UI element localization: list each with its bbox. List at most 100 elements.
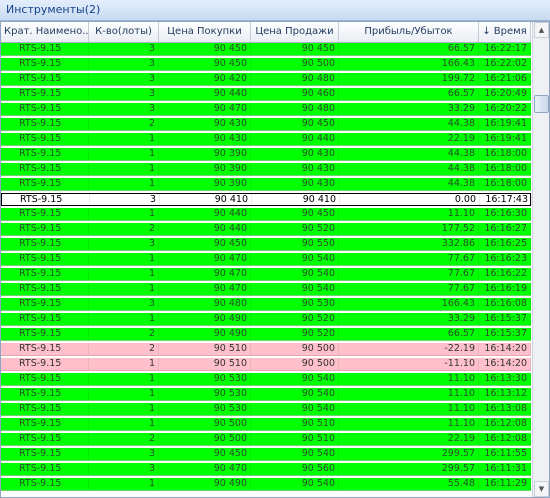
cell-pnl: 166.43 <box>339 58 479 70</box>
cell-name: RTS-9.15 <box>1 283 89 295</box>
cell-buy-price: 90 420 <box>159 73 251 85</box>
table-row[interactable]: RTS-9.15 1 90 530 90 540 11.10 16:13:08 <box>1 403 531 416</box>
table-row[interactable]: RTS-9.15 3 90 440 90 460 66.57 16:20:49 <box>1 88 531 101</box>
scrollbar-thumb[interactable] <box>534 95 549 113</box>
cell-pnl: 299.57 <box>339 448 479 460</box>
cell-sell-price: 90 540 <box>251 478 339 490</box>
cell-time: 16:11:55 <box>479 448 531 460</box>
table-row[interactable]: RTS-9.15 3 90 450 90 550 332.86 16:16:25 <box>1 238 531 251</box>
cell-time: 16:11:29 <box>479 478 531 490</box>
cell-qty: 1 <box>89 373 159 385</box>
table-row[interactable]: RTS-9.15 2 90 490 90 520 66.57 16:15:37 <box>1 328 531 341</box>
cell-sell-price: 90 540 <box>251 283 339 295</box>
cell-qty: 3 <box>89 73 159 85</box>
table-row[interactable]: RTS-9.15 1 90 390 90 430 44.38 16:18:00 <box>1 178 531 191</box>
table-row[interactable]: RTS-9.15 2 90 500 90 510 22.19 16:12:08 <box>1 433 531 446</box>
table-row[interactable]: RTS-9.15 2 90 440 90 520 177.52 16:16:27 <box>1 223 531 236</box>
cell-time: 16:16:27 <box>479 223 531 235</box>
column-header-sell-price[interactable]: Цена Продажи <box>251 22 339 42</box>
table-row[interactable]: RTS-9.15 1 90 430 90 440 22.19 16:19:41 <box>1 133 531 146</box>
cell-sell-price: 90 450 <box>251 208 339 220</box>
cell-buy-price: 90 500 <box>159 418 251 430</box>
cell-pnl: 66.57 <box>339 43 479 55</box>
cell-sell-price: 90 540 <box>251 268 339 280</box>
table-row[interactable]: RTS-9.15 3 90 450 90 450 66.57 16:22:17 <box>1 43 531 56</box>
cell-sell-price: 90 560 <box>251 463 339 475</box>
cell-qty: 3 <box>89 448 159 460</box>
table-row[interactable]: RTS-9.15 1 90 490 90 520 33.29 16:15:37 <box>1 313 531 326</box>
cell-sell-price: 90 500 <box>251 58 339 70</box>
cell-sell-price: 90 440 <box>251 133 339 145</box>
cell-qty: 1 <box>89 478 159 490</box>
cell-pnl: 11.10 <box>339 373 479 385</box>
scroll-up-icon[interactable]: ▲ <box>534 22 549 38</box>
table-row[interactable]: RTS-9.15 1 90 530 90 540 11.10 16:13:12 <box>1 388 531 401</box>
cell-name: RTS-9.15 <box>1 418 89 430</box>
cell-qty: 1 <box>89 388 159 400</box>
cell-time: 16:12:08 <box>479 418 531 430</box>
cell-sell-price: 90 520 <box>251 313 339 325</box>
cell-sell-price: 90 480 <box>251 103 339 115</box>
table-row[interactable]: RTS-9.15 3 90 450 90 500 166.43 16:22:02 <box>1 58 531 71</box>
cell-pnl: 199.72 <box>339 73 479 85</box>
cell-pnl: -11.10 <box>339 358 479 370</box>
cell-buy-price: 90 530 <box>159 403 251 415</box>
cell-buy-price: 90 440 <box>159 223 251 235</box>
cell-buy-price: 90 490 <box>159 313 251 325</box>
table-row[interactable]: RTS-9.15 1 90 390 90 430 44.38 16:18:00 <box>1 148 531 161</box>
cell-time: 16:18:00 <box>479 178 531 190</box>
cell-time: 16:17:43 <box>480 194 532 206</box>
panel-title-bar: Инструменты(2) <box>0 0 550 21</box>
column-header-pnl[interactable]: Прибыль/Убыток <box>339 22 479 42</box>
table-row[interactable]: RTS-9.15 3 90 450 90 540 299.57 16:11:55 <box>1 448 531 461</box>
table-row[interactable]: RTS-9.15 1 90 530 90 540 11.10 16:13:30 <box>1 373 531 386</box>
table-row[interactable]: RTS-9.15 1 90 490 90 540 55.48 16:11:29 <box>1 478 531 491</box>
cell-sell-price: 90 520 <box>251 328 339 340</box>
scroll-down-icon[interactable]: ▼ <box>534 481 549 497</box>
table-row[interactable]: RTS-9.15 1 90 470 90 540 77.67 16:16:19 <box>1 283 531 296</box>
cell-sell-price: 90 430 <box>251 148 339 160</box>
column-header-time[interactable]: ↓ Время <box>479 22 531 42</box>
vertical-scrollbar[interactable]: ▲ ▼ <box>532 22 549 497</box>
cell-time: 16:18:00 <box>479 148 531 160</box>
table-row[interactable]: RTS-9.15 3 90 420 90 480 199.72 16:21:06 <box>1 73 531 86</box>
table-row[interactable]: RTS-9.15 1 90 390 90 430 44.38 16:18:00 <box>1 163 531 176</box>
table-row[interactable]: RTS-9.15 1 90 470 90 540 77.67 16:16:23 <box>1 253 531 266</box>
table-row[interactable]: RTS-9.15 1 90 470 90 540 77.67 16:16:22 <box>1 268 531 281</box>
column-header-buy-price[interactable]: Цена Покупки <box>159 22 251 42</box>
table-row[interactable]: RTS-9.15 2 90 430 90 450 44.38 16:19:41 <box>1 118 531 131</box>
cell-time: 16:13:30 <box>479 373 531 385</box>
column-header-qty[interactable]: К-во(лоты) <box>89 22 159 42</box>
cell-buy-price: 90 410 <box>160 194 252 206</box>
cell-buy-price: 90 390 <box>159 163 251 175</box>
cell-name: RTS-9.15 <box>1 388 89 400</box>
cell-name: RTS-9.15 <box>1 118 89 130</box>
cell-time: 16:14:20 <box>479 358 531 370</box>
table-row[interactable]: RTS-9.15 3 90 410 90 410 0.00 16:17:43 <box>1 193 532 206</box>
cell-sell-price: 90 550 <box>251 238 339 250</box>
cell-pnl: 33.29 <box>339 103 479 115</box>
table-row[interactable]: RTS-9.15 3 90 470 90 560 299.57 16:11:31 <box>1 463 531 476</box>
table-row[interactable]: RTS-9.15 1 90 440 90 450 11.10 16:16:30 <box>1 208 531 221</box>
cell-qty: 1 <box>89 313 159 325</box>
cell-pnl: 44.38 <box>339 148 479 160</box>
cell-time: 16:12:08 <box>479 433 531 445</box>
cell-time: 16:13:08 <box>479 403 531 415</box>
panel-title: Инструменты(2) <box>6 3 101 16</box>
cell-qty: 3 <box>89 238 159 250</box>
table-row[interactable]: RTS-9.15 3 90 480 90 530 166.43 16:16:08 <box>1 298 531 311</box>
cell-qty: 2 <box>89 328 159 340</box>
table-row[interactable]: RTS-9.15 1 90 500 90 510 11.10 16:12:08 <box>1 418 531 431</box>
cell-time: 16:20:22 <box>479 103 531 115</box>
cell-time: 16:22:17 <box>479 43 531 55</box>
table-row[interactable]: RTS-9.15 2 90 510 90 500 -22.19 16:14:20 <box>1 343 531 356</box>
table-row[interactable]: RTS-9.15 1 90 510 90 500 -11.10 16:14:20 <box>1 358 531 371</box>
cell-pnl: 0.00 <box>340 194 480 206</box>
cell-name: RTS-9.15 <box>1 253 89 265</box>
cell-name: RTS-9.15 <box>1 133 89 145</box>
cell-buy-price: 90 530 <box>159 388 251 400</box>
table-row[interactable]: RTS-9.15 3 90 470 90 480 33.29 16:20:22 <box>1 103 531 116</box>
column-header-name[interactable]: Крат. Наимено.. <box>1 22 89 42</box>
cell-buy-price: 90 510 <box>159 358 251 370</box>
cell-pnl: 77.67 <box>339 283 479 295</box>
